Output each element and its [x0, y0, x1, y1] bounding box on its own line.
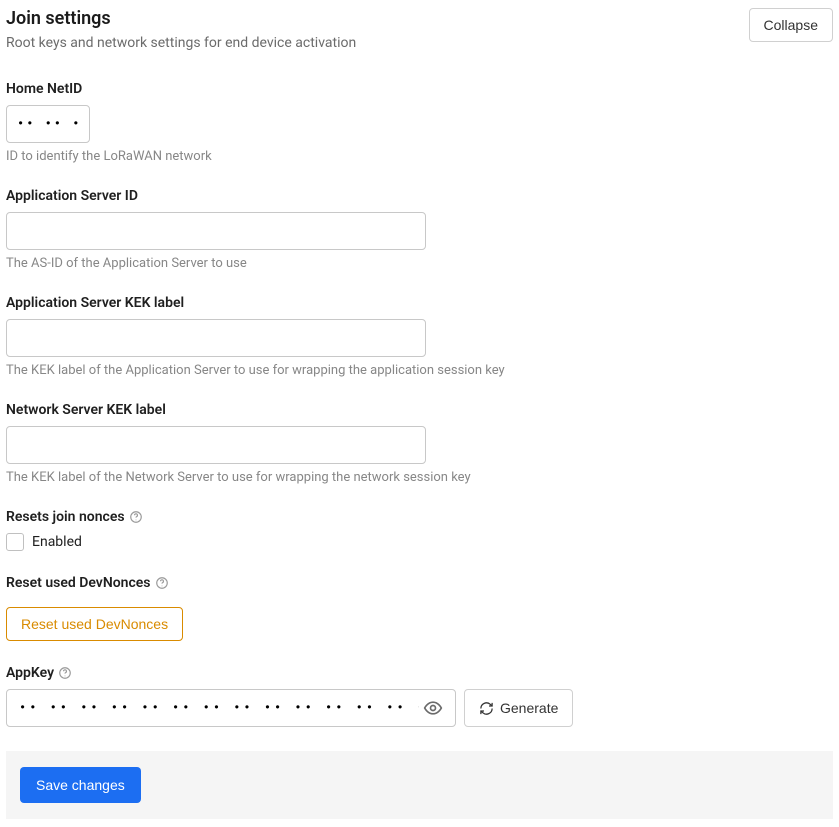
refresh-icon	[479, 701, 494, 716]
help-icon[interactable]	[155, 576, 169, 590]
generate-button-label: Generate	[500, 700, 558, 716]
home-netid-label: Home NetID	[6, 81, 833, 97]
save-changes-button[interactable]: Save changes	[20, 767, 141, 803]
app-server-id-help: The AS-ID of the Application Server to u…	[6, 256, 833, 271]
home-netid-field: Home NetID ID to identify the LoRaWAN ne…	[6, 81, 833, 164]
app-server-id-field: Application Server ID The AS-ID of the A…	[6, 188, 833, 271]
appkey-input[interactable]: •• •• •• •• •• •• •• •• •• •• •• •• •• •…	[19, 701, 419, 715]
section-title: Join settings	[6, 8, 356, 29]
collapse-button[interactable]: Collapse	[749, 8, 833, 42]
app-server-kek-label: Application Server KEK label	[6, 295, 833, 311]
enabled-checkbox-label: Enabled	[32, 534, 82, 550]
app-server-id-label: Application Server ID	[6, 188, 833, 204]
app-server-kek-field: Application Server KEK label The KEK lab…	[6, 295, 833, 378]
enabled-checkbox[interactable]	[6, 533, 24, 551]
generate-button[interactable]: Generate	[464, 689, 573, 727]
appkey-label: AppKey	[6, 665, 54, 681]
network-server-kek-label: Network Server KEK label	[6, 402, 833, 418]
reset-devnonces-label: Reset used DevNonces	[6, 575, 151, 591]
eye-icon	[423, 698, 443, 718]
reveal-button[interactable]	[419, 694, 447, 722]
footer: Save changes	[6, 751, 833, 819]
home-netid-help: ID to identify the LoRaWAN network	[6, 149, 833, 164]
app-server-kek-help: The KEK label of the Application Server …	[6, 363, 833, 378]
home-netid-input[interactable]	[6, 105, 90, 143]
app-server-id-input[interactable]	[6, 212, 426, 250]
help-icon[interactable]	[129, 510, 143, 524]
resets-join-nonces-field: Resets join nonces Enabled	[6, 509, 833, 551]
appkey-field: AppKey •• •• •• •• •• •• •• •• •• •• •• …	[6, 665, 833, 727]
app-server-kek-input[interactable]	[6, 319, 426, 357]
resets-join-nonces-label: Resets join nonces	[6, 509, 125, 525]
network-server-kek-help: The KEK label of the Network Server to u…	[6, 470, 833, 485]
help-icon[interactable]	[58, 666, 72, 680]
appkey-input-wrap: •• •• •• •• •• •• •• •• •• •• •• •• •• •…	[6, 689, 456, 727]
network-server-kek-input[interactable]	[6, 426, 426, 464]
reset-devnonces-field: Reset used DevNonces Reset used DevNonce…	[6, 575, 833, 641]
network-server-kek-field: Network Server KEK label The KEK label o…	[6, 402, 833, 485]
reset-devnonces-button[interactable]: Reset used DevNonces	[6, 607, 183, 641]
section-description: Root keys and network settings for end d…	[6, 35, 356, 51]
